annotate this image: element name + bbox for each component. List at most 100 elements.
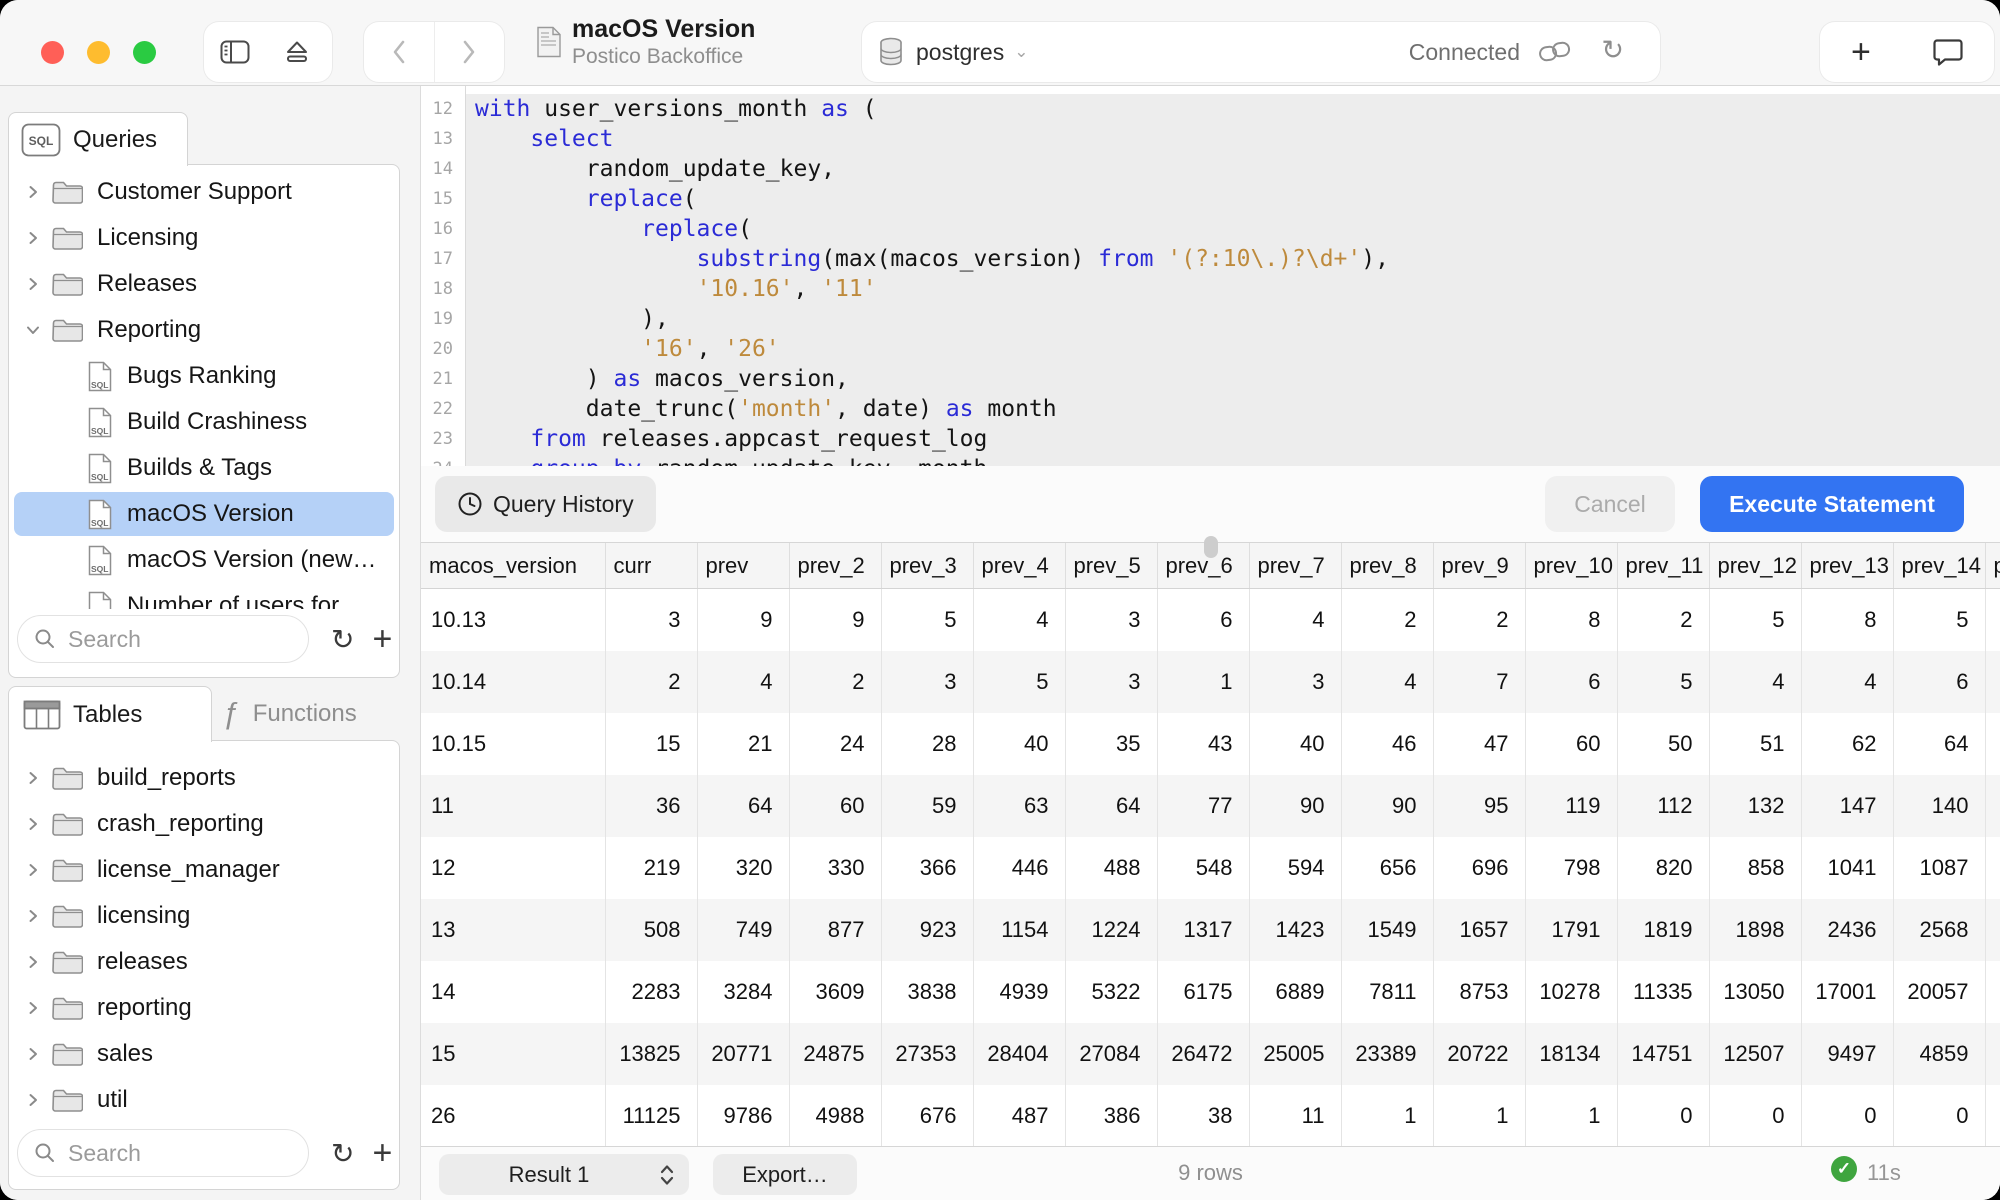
cell-value[interactable]: 1317 — [1157, 899, 1249, 961]
cell-value[interactable]: 5 — [881, 589, 973, 652]
cell-value[interactable]: 132 — [1709, 775, 1801, 837]
cell-value[interactable]: 8 — [1525, 589, 1617, 652]
column-header-prev-5[interactable]: prev_5 — [1065, 543, 1157, 589]
cell-value[interactable]: 27084 — [1065, 1023, 1157, 1085]
cell-value[interactable]: 0 — [1893, 1085, 1985, 1146]
cell-value[interactable]: 47 — [1433, 713, 1525, 775]
cell-value[interactable]: 51 — [1709, 713, 1801, 775]
tree-item-sales[interactable]: sales — [9, 1031, 399, 1077]
cell-value[interactable]: 4988 — [789, 1085, 881, 1146]
cell-value[interactable]: 64 — [1893, 713, 1985, 775]
cell-value[interactable]: 3609 — [789, 961, 881, 1023]
cell-value[interactable]: 3 — [881, 651, 973, 713]
cell-value[interactable]: 594 — [1249, 837, 1341, 899]
cell-value[interactable]: 12507 — [1709, 1023, 1801, 1085]
cell-value[interactable]: 3 — [1249, 651, 1341, 713]
tree-item-releases[interactable]: releases — [9, 939, 399, 985]
cell-value[interactable]: 2568 — [1893, 899, 1985, 961]
tab-queries[interactable]: SQL Queries — [8, 112, 188, 166]
cell-value[interactable]: 820 — [1617, 837, 1709, 899]
cell-overflow[interactable] — [1985, 589, 2000, 652]
cell-overflow[interactable] — [1985, 651, 2000, 713]
column-header-prev-13[interactable]: prev_13 — [1801, 543, 1893, 589]
cell-value[interactable]: 24875 — [789, 1023, 881, 1085]
cell-value[interactable]: 386 — [1065, 1085, 1157, 1146]
cell-value[interactable]: 656 — [1341, 837, 1433, 899]
cell-overflow[interactable] — [1985, 713, 2000, 775]
cell-overflow[interactable] — [1985, 961, 2000, 1023]
cell-overflow[interactable] — [1985, 1023, 2000, 1085]
cell-value[interactable]: 11335 — [1617, 961, 1709, 1023]
cell-value[interactable]: 2 — [789, 651, 881, 713]
cell-value[interactable]: 6889 — [1249, 961, 1341, 1023]
cell-value[interactable]: 1154 — [973, 899, 1065, 961]
cell-value[interactable]: 5 — [973, 651, 1065, 713]
cell-overflow[interactable] — [1985, 899, 2000, 961]
cell-value[interactable]: 60 — [789, 775, 881, 837]
cell-value[interactable]: 28 — [881, 713, 973, 775]
cell-value[interactable]: 1 — [1433, 1085, 1525, 1146]
cell-value[interactable]: 13050 — [1709, 961, 1801, 1023]
column-header-prev-11[interactable]: prev_11 — [1617, 543, 1709, 589]
column-header-prev-10[interactable]: prev_10 — [1525, 543, 1617, 589]
cell-value[interactable]: 9497 — [1801, 1023, 1893, 1085]
cell-value[interactable]: 60 — [1525, 713, 1617, 775]
cell-value[interactable]: 1549 — [1341, 899, 1433, 961]
column-header-macos-version[interactable]: macos_version — [421, 543, 605, 589]
tree-item-number-of-users-for[interactable]: SQLNumber of users for… — [9, 583, 399, 609]
reconnect-icon[interactable]: ↻ — [1601, 35, 1624, 66]
cell-macos-version[interactable]: 10.14 — [421, 651, 605, 713]
cell-value[interactable]: 1087 — [1893, 837, 1985, 899]
queries-add-icon[interactable]: + — [372, 620, 392, 659]
cell-value[interactable]: 2 — [1433, 589, 1525, 652]
cell-value[interactable]: 798 — [1525, 837, 1617, 899]
cell-value[interactable]: 2 — [1617, 589, 1709, 652]
cell-value[interactable]: 1819 — [1617, 899, 1709, 961]
tree-item-util[interactable]: util — [9, 1077, 399, 1121]
cell-value[interactable]: 6 — [1157, 589, 1249, 652]
cell-value[interactable]: 5322 — [1065, 961, 1157, 1023]
forward-button[interactable] — [435, 22, 505, 82]
cell-value[interactable]: 4 — [1801, 651, 1893, 713]
column-header-curr[interactable]: curr — [605, 543, 697, 589]
tab-functions[interactable]: ƒ Functions — [222, 686, 357, 742]
cell-value[interactable]: 27353 — [881, 1023, 973, 1085]
tree-item-license-manager[interactable]: license_manager — [9, 847, 399, 893]
tree-item-macos-version[interactable]: SQLmacOS Version — [9, 491, 399, 537]
back-button[interactable] — [364, 22, 435, 82]
cell-macos-version[interactable]: 26 — [421, 1085, 605, 1146]
cell-value[interactable]: 62 — [1801, 713, 1893, 775]
cell-value[interactable]: 8 — [1801, 589, 1893, 652]
cell-value[interactable]: 4 — [973, 589, 1065, 652]
cell-value[interactable]: 1 — [1157, 651, 1249, 713]
cell-value[interactable]: 749 — [697, 899, 789, 961]
cell-value[interactable]: 5 — [1617, 651, 1709, 713]
tree-item-build-reports[interactable]: build_reports — [9, 755, 399, 801]
cell-value[interactable]: 112 — [1617, 775, 1709, 837]
cell-value[interactable]: 6 — [1893, 651, 1985, 713]
cell-value[interactable]: 119 — [1525, 775, 1617, 837]
cell-value[interactable]: 1791 — [1525, 899, 1617, 961]
cell-value[interactable]: 77 — [1157, 775, 1249, 837]
cell-value[interactable]: 9 — [697, 589, 789, 652]
cell-value[interactable]: 25005 — [1249, 1023, 1341, 1085]
cell-value[interactable]: 21 — [697, 713, 789, 775]
cell-value[interactable]: 1 — [1525, 1085, 1617, 1146]
column-header-prev-3[interactable]: prev_3 — [881, 543, 973, 589]
cell-value[interactable]: 877 — [789, 899, 881, 961]
cell-value[interactable]: 1423 — [1249, 899, 1341, 961]
column-header-prev-8[interactable]: prev_8 — [1341, 543, 1433, 589]
toggle-sidebar-button[interactable] — [204, 22, 266, 82]
tree-item-customer-support[interactable]: Customer Support — [9, 169, 399, 215]
cell-value[interactable]: 40 — [1249, 713, 1341, 775]
tables-search-field[interactable] — [17, 1129, 309, 1177]
cell-value[interactable]: 38 — [1157, 1085, 1249, 1146]
feedback-chat-button[interactable] — [1933, 38, 1963, 66]
cell-macos-version[interactable]: 11 — [421, 775, 605, 837]
cell-value[interactable]: 696 — [1433, 837, 1525, 899]
cell-value[interactable]: 9786 — [697, 1085, 789, 1146]
tables-add-icon[interactable]: + — [372, 1134, 392, 1173]
cell-value[interactable]: 7 — [1433, 651, 1525, 713]
cell-value[interactable]: 95 — [1433, 775, 1525, 837]
cell-value[interactable]: 15 — [605, 713, 697, 775]
